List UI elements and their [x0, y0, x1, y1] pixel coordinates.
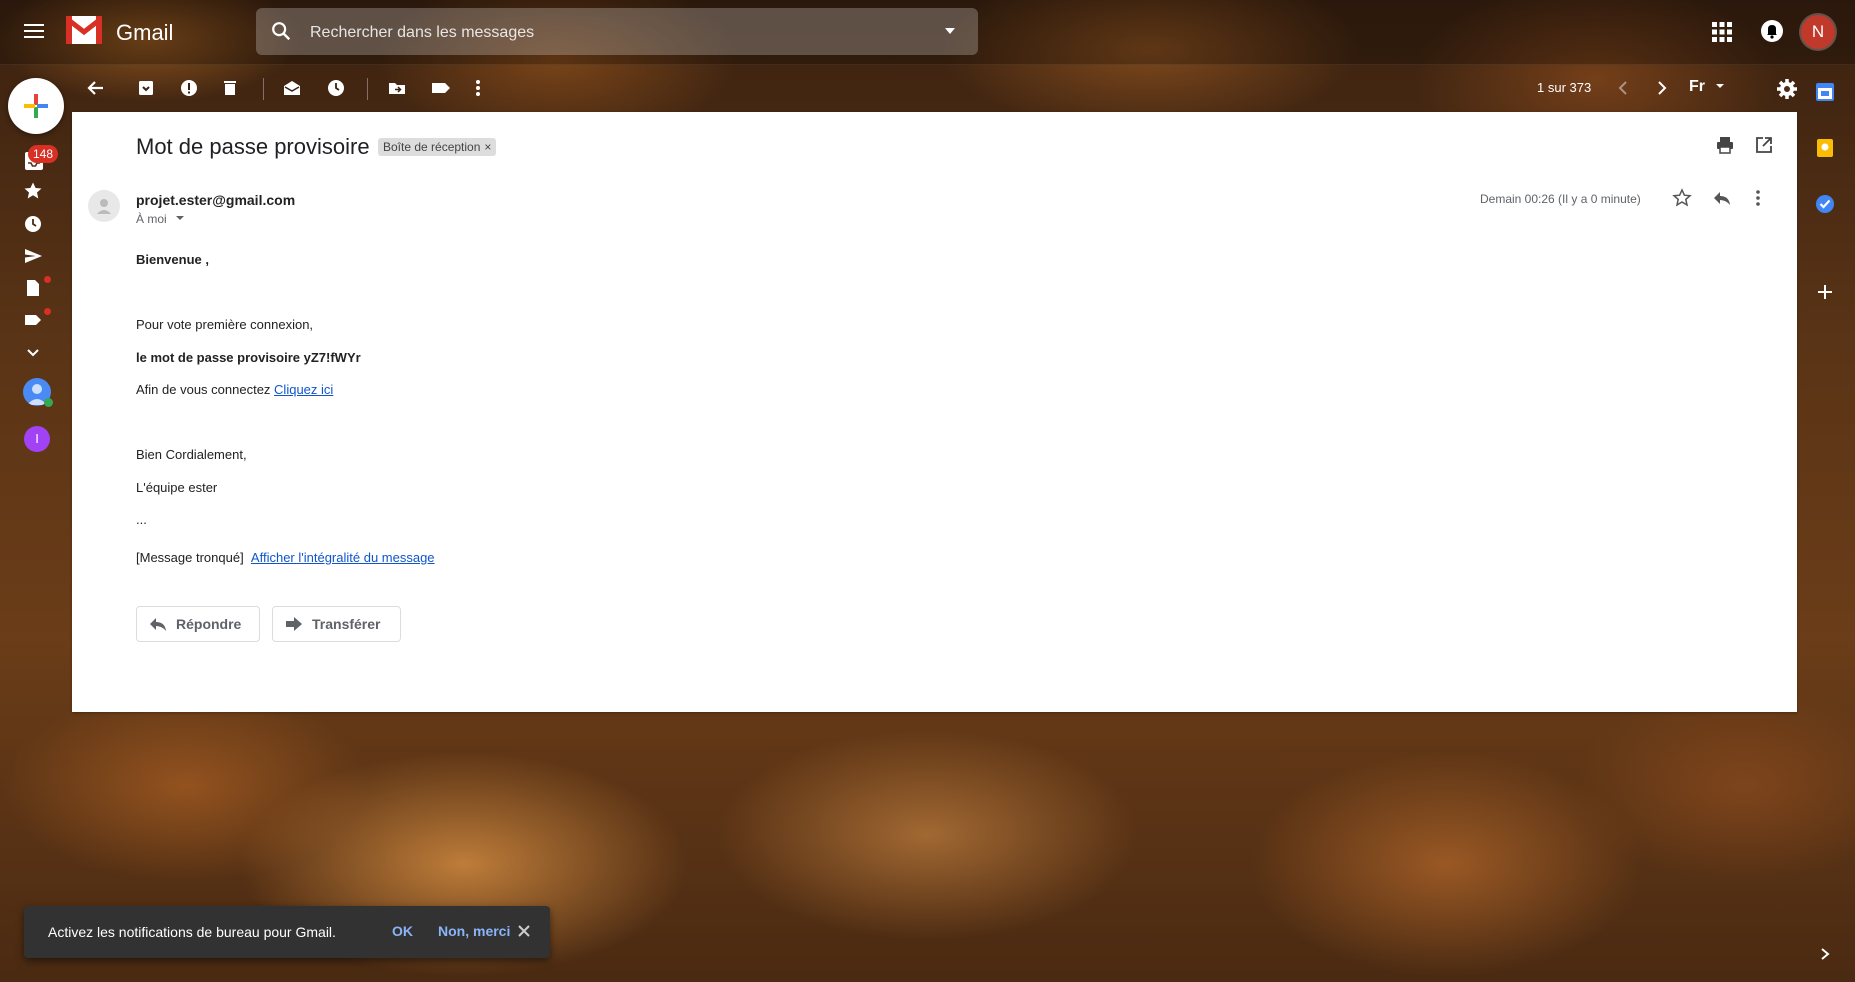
message-toolbar: 1 sur 373 Fr [72, 64, 1797, 112]
more-chevron-down-icon[interactable] [23, 342, 43, 362]
reply-button-label: Répondre [176, 616, 242, 632]
body-ellipsis: ... [136, 512, 147, 527]
email-subject: Mot de passe provisoire [136, 134, 370, 159]
toast-ok-button[interactable]: OK [392, 923, 413, 939]
toast-message: Activez les notifications de bureau pour… [48, 924, 336, 940]
sender-avatar [88, 190, 120, 222]
calendar-icon[interactable] [1815, 82, 1835, 102]
keep-bulb-icon[interactable] [1815, 138, 1835, 158]
chevron-down-icon [176, 216, 185, 220]
app-name: Gmail [116, 20, 174, 45]
add-addon-plus-icon[interactable] [1817, 284, 1833, 300]
star-icon[interactable] [1672, 188, 1692, 208]
body-connect-line: Afin de vous connectez Cliquez ici [136, 382, 333, 397]
compose-button[interactable] [8, 78, 64, 134]
body-connect-text: Afin de vous connectez [136, 382, 271, 397]
message-pager: 1 sur 373 [1537, 80, 1592, 95]
close-icon[interactable] [516, 923, 532, 939]
snooze-clock-icon[interactable] [326, 78, 346, 98]
body-greeting: Bienvenue , [136, 252, 209, 267]
click-here-link[interactable]: Cliquez ici [274, 382, 333, 397]
back-arrow-icon[interactable] [86, 78, 106, 98]
reply-button[interactable]: Répondre [136, 606, 260, 642]
message-more-vertical-icon[interactable] [1752, 188, 1764, 208]
body-closing: Bien Cordialement, [136, 447, 247, 462]
notifications-bell-icon[interactable] [1759, 18, 1785, 44]
search-options-chevron-icon[interactable] [942, 23, 958, 39]
forward-button[interactable]: Transférer [272, 606, 401, 642]
reply-arrow-icon [150, 618, 166, 631]
desktop-notification-toast: Activez les notifications de bureau pour… [24, 906, 550, 958]
reply-arrow-icon[interactable] [1712, 188, 1732, 208]
search-input[interactable] [308, 8, 912, 57]
account-avatar[interactable]: N [1801, 15, 1835, 49]
report-spam-icon[interactable] [179, 78, 199, 98]
input-language-selector[interactable]: Fr [1689, 78, 1725, 96]
toolbar-divider [367, 78, 368, 100]
delete-trash-icon[interactable] [220, 78, 240, 98]
forward-button-label: Transférer [312, 616, 381, 632]
move-to-folder-icon[interactable] [387, 78, 407, 98]
recipient-label: À moi [136, 212, 167, 226]
drafts-dot-indicator [44, 276, 51, 283]
drafts-icon[interactable] [23, 278, 43, 298]
print-icon[interactable] [1716, 136, 1734, 154]
snoozed-clock-icon[interactable] [23, 214, 43, 234]
online-status-dot [44, 398, 53, 407]
body-password-line: le mot de passe provisoire yZ7!fWYr [136, 350, 361, 365]
remove-label-button[interactable]: × [484, 140, 491, 154]
forward-arrow-icon [286, 617, 302, 631]
tasks-check-icon[interactable] [1815, 194, 1835, 214]
inbox-unread-badge: 148 [28, 145, 59, 163]
truncated-label: [Message tronqué] [136, 550, 244, 565]
secondary-account-avatar[interactable]: I [24, 426, 50, 452]
person-placeholder-icon [97, 199, 111, 214]
expand-panel-chevron-right-icon[interactable] [1819, 946, 1831, 962]
body-line: Pour vote première connexion, [136, 317, 314, 332]
starred-icon[interactable] [23, 181, 43, 201]
labels-dot-indicator [44, 308, 51, 315]
compose-plus-icon [24, 94, 48, 118]
body-signature: L'équipe ester [136, 480, 218, 495]
labels-tag-icon[interactable] [23, 310, 43, 330]
language-label: Fr [1689, 78, 1705, 95]
email-date: Demain 00:26 (Il y a 0 minute) [1480, 192, 1641, 206]
newer-chevron-left-icon[interactable] [1616, 78, 1630, 98]
top-bar: Gmail N [0, 0, 1855, 65]
archive-icon[interactable] [136, 78, 156, 98]
sent-icon[interactable] [23, 246, 43, 266]
inbox-label-chip[interactable]: Boîte de réception × [378, 138, 497, 156]
more-options-vertical-icon[interactable] [472, 78, 484, 98]
label-tag-icon[interactable] [430, 78, 452, 98]
show-full-message-link[interactable]: Afficher l'intégralité du message [251, 550, 435, 565]
toolbar-divider [263, 78, 264, 100]
side-panel [1797, 64, 1855, 982]
open-new-window-icon[interactable] [1755, 136, 1773, 154]
label-text: Boîte de réception [383, 140, 481, 154]
mark-unread-envelope-icon[interactable] [282, 78, 302, 98]
truncated-notice: [Message tronqué] Afficher l'intégralité… [136, 550, 435, 565]
settings-gear-icon[interactable] [1776, 78, 1798, 100]
search-icon[interactable] [270, 20, 292, 42]
toast-dismiss-button[interactable]: Non, merci [438, 923, 510, 939]
main-menu-button[interactable] [22, 20, 46, 44]
message-view: Mot de passe provisoire Boîte de récepti… [72, 112, 1797, 712]
apps-grid-icon[interactable] [1710, 20, 1734, 44]
older-chevron-right-icon[interactable] [1655, 78, 1669, 98]
sender-email: projet.ester@gmail.com [136, 192, 296, 208]
gmail-logo-icon[interactable] [66, 16, 102, 44]
search-bar [256, 8, 978, 57]
chevron-down-icon [1716, 84, 1725, 88]
recipient-details-toggle[interactable]: À moi [136, 212, 185, 226]
